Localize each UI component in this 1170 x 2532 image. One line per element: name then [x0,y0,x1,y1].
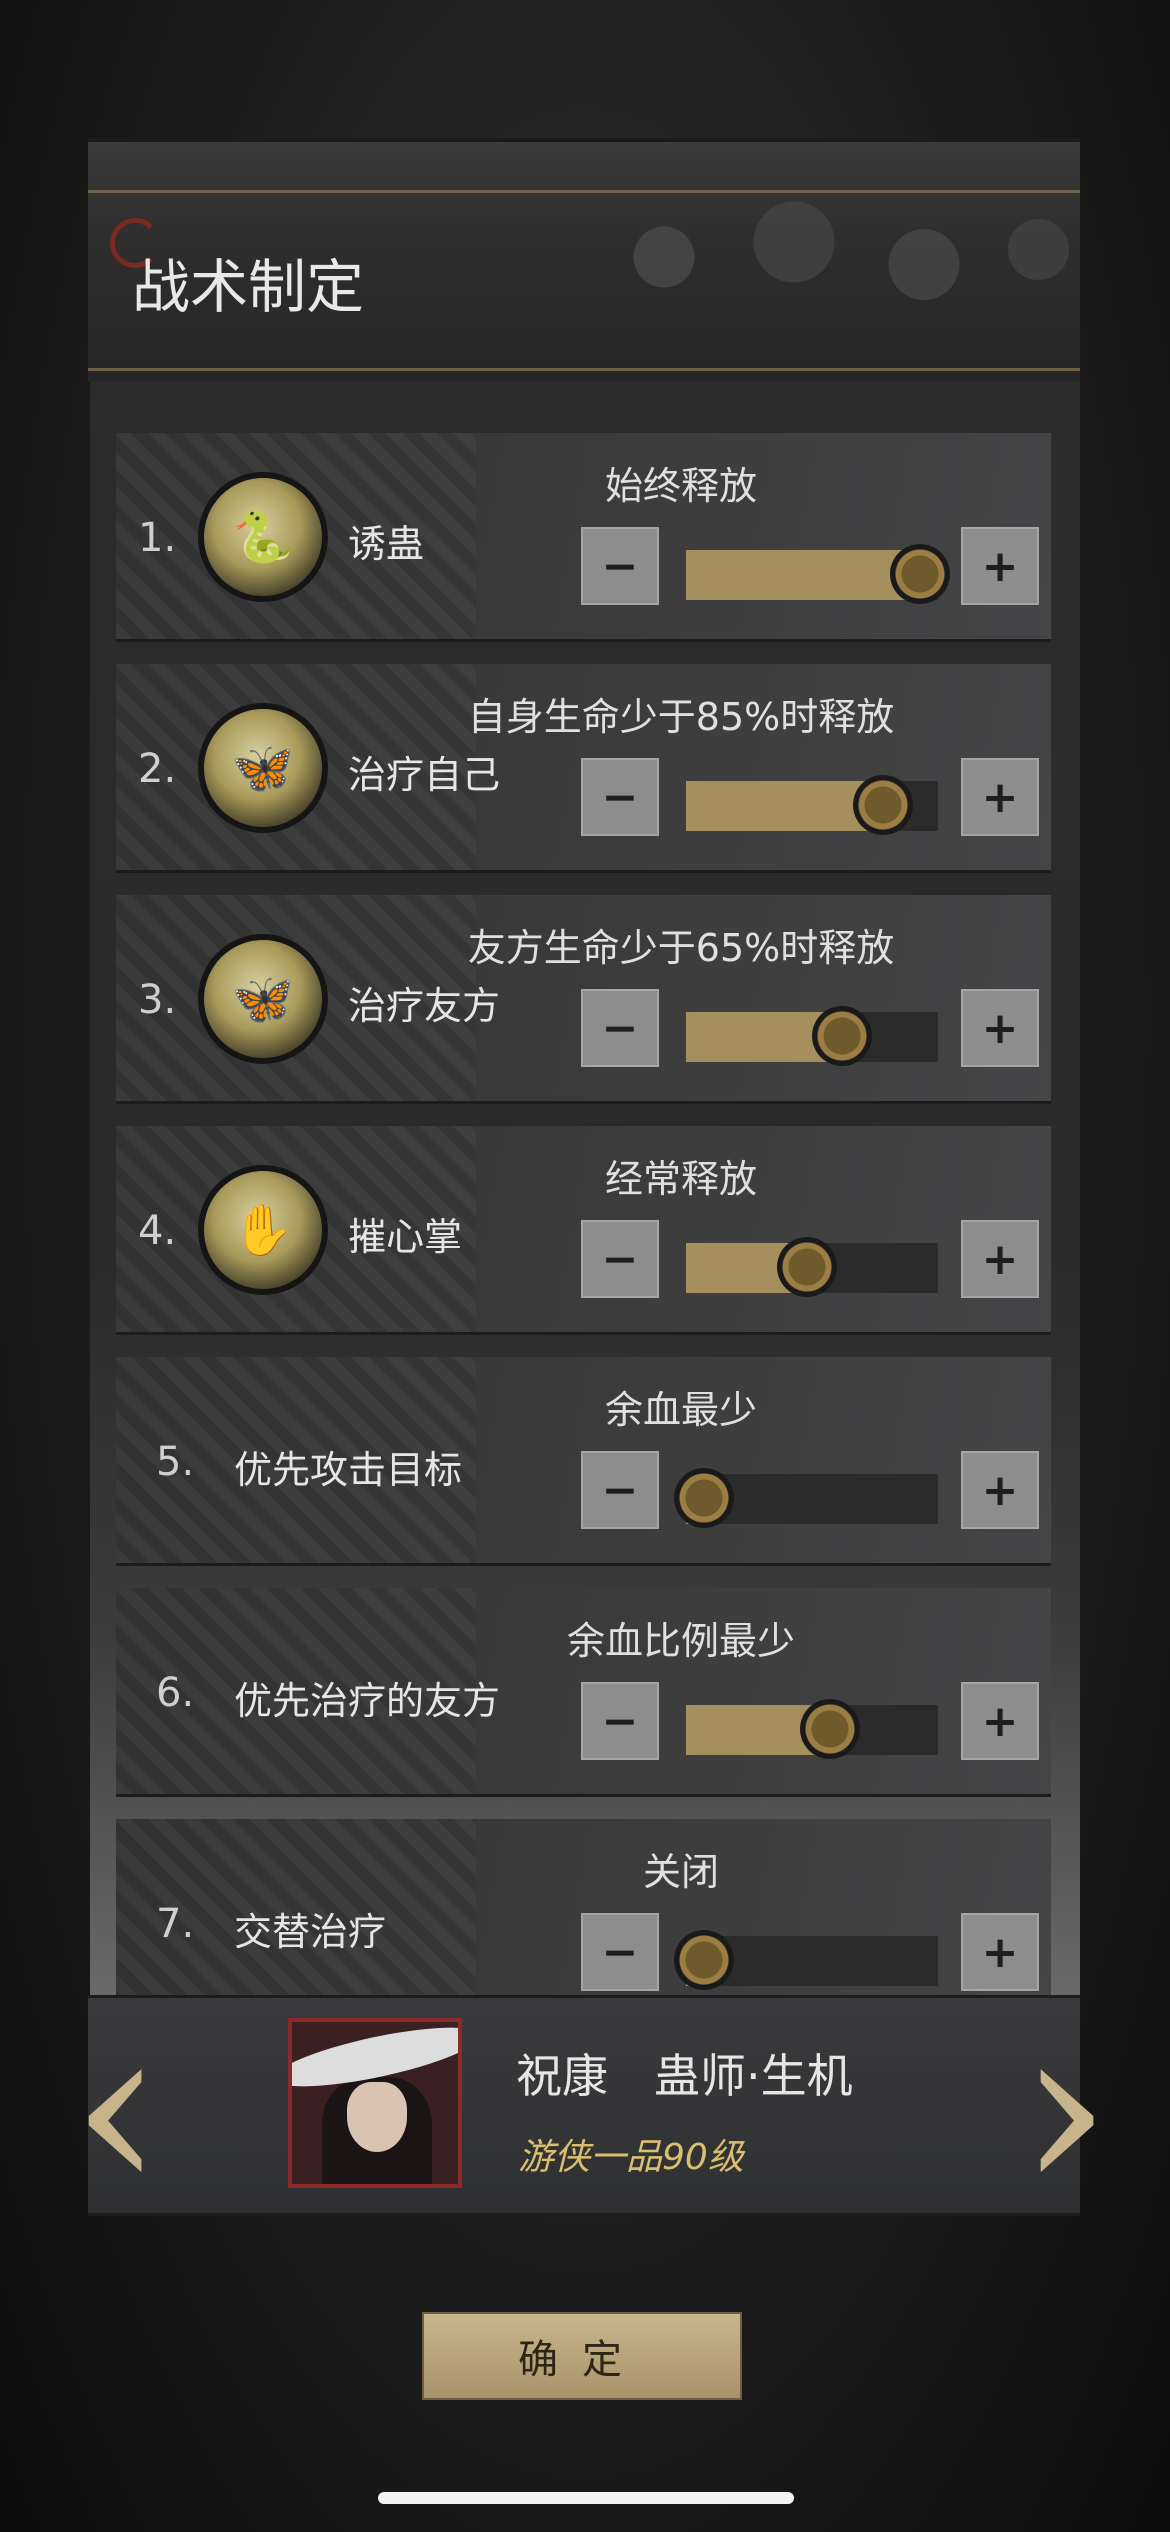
tactic-number: 7. [156,1901,195,1947]
tactic-row: 3. 🦋 治疗友方 友方生命少于65%时释放 − + [116,895,1051,1104]
tactic-name: 交替治疗 [234,1910,387,1954]
decrease-button[interactable]: − [581,758,659,836]
increase-button[interactable]: + [961,989,1039,1067]
tactic-slider[interactable] [686,544,950,604]
increase-button[interactable]: + [961,1451,1039,1529]
cloud-ornament [560,182,1080,332]
confirm-button[interactable]: 确定 [422,2312,742,2400]
tactic-name: 摧心掌 [348,1215,463,1259]
palm-strike-icon: ✋ [204,1171,322,1289]
tactic-number: 2. [138,746,177,792]
tactic-number: 1. [138,515,177,561]
tactic-name: 治疗友方 [348,984,501,1028]
serpent-skill-icon: 🐍 [204,478,322,596]
increase-button[interactable]: + [961,527,1039,605]
increase-button[interactable]: + [961,758,1039,836]
tactic-number: 5. [156,1439,195,1485]
tactic-row: 2. 🦋 治疗自己 自身生命少于85%时释放 − + [116,664,1051,873]
tactic-name: 治疗自己 [348,753,501,797]
page-title: 战术制定 [132,253,365,321]
increase-button[interactable]: + [961,1682,1039,1760]
tactic-option: 始终释放 [604,464,757,508]
slider-knob[interactable] [812,1006,872,1066]
character-avatar[interactable] [288,2018,462,2188]
tactic-option: 友方生命少于65%时释放 [467,926,895,970]
tactic-option: 余血比例最少 [566,1619,795,1663]
slider-knob[interactable] [853,775,913,835]
next-character-arrow-icon[interactable]: › [1010,1990,1120,2230]
butterfly-heal-icon: 🦋 [204,940,322,1058]
slider-knob[interactable] [674,1468,734,1528]
title-divider-bottom [88,368,1080,371]
slider-fill [686,550,920,600]
decrease-button[interactable]: − [581,1682,659,1760]
avatar-face [347,2082,407,2152]
home-indicator[interactable] [378,2492,794,2504]
decrease-button[interactable]: − [581,1451,659,1529]
slider-knob[interactable] [674,1930,734,1990]
tactic-slider[interactable] [686,1237,938,1297]
increase-button[interactable]: + [961,1220,1039,1298]
tactic-slider[interactable] [686,1006,938,1066]
tactic-option: 经常释放 [604,1157,757,1201]
tactic-option: 关闭 [642,1850,719,1894]
tactic-slider[interactable] [686,775,938,835]
character-name: 祝康 蛊师·生机 [516,2049,853,2103]
tactic-row: 5. 优先攻击目标 余血最少 − + [116,1357,1051,1566]
slider-knob[interactable] [890,544,950,604]
tactic-number: 4. [138,1208,177,1254]
tactic-number: 6. [156,1670,195,1716]
butterfly-heal-icon: 🦋 [204,709,322,827]
decrease-button[interactable]: − [581,989,659,1067]
tactic-name: 优先治疗的友方 [234,1679,501,1723]
tactic-number: 3. [138,977,177,1023]
tactic-row: 4. ✋ 摧心掌 经常释放 − + [116,1126,1051,1335]
decrease-button[interactable]: − [581,527,659,605]
tactic-option: 余血最少 [604,1388,757,1432]
tactic-slider[interactable] [674,1468,938,1528]
tactic-name: 诱蛊 [348,522,425,566]
decrease-button[interactable]: − [581,1913,659,1991]
tactic-name: 优先攻击目标 [234,1448,463,1492]
tactic-row: 1. 🐍 诱蛊 始终释放 − + [116,433,1051,642]
slider-knob[interactable] [800,1699,860,1759]
tactic-option: 自身生命少于85%时释放 [467,695,895,739]
decrease-button[interactable]: − [581,1220,659,1298]
tactic-row: 6. 优先治疗的友方 余血比例最少 − + [116,1588,1051,1797]
character-rank: 游侠一品90级 [518,2137,744,2178]
slider-knob[interactable] [777,1237,837,1297]
tactic-slider[interactable] [674,1930,938,1990]
previous-character-arrow-icon[interactable]: ‹ [62,1990,172,2230]
tactic-slider[interactable] [686,1699,938,1759]
